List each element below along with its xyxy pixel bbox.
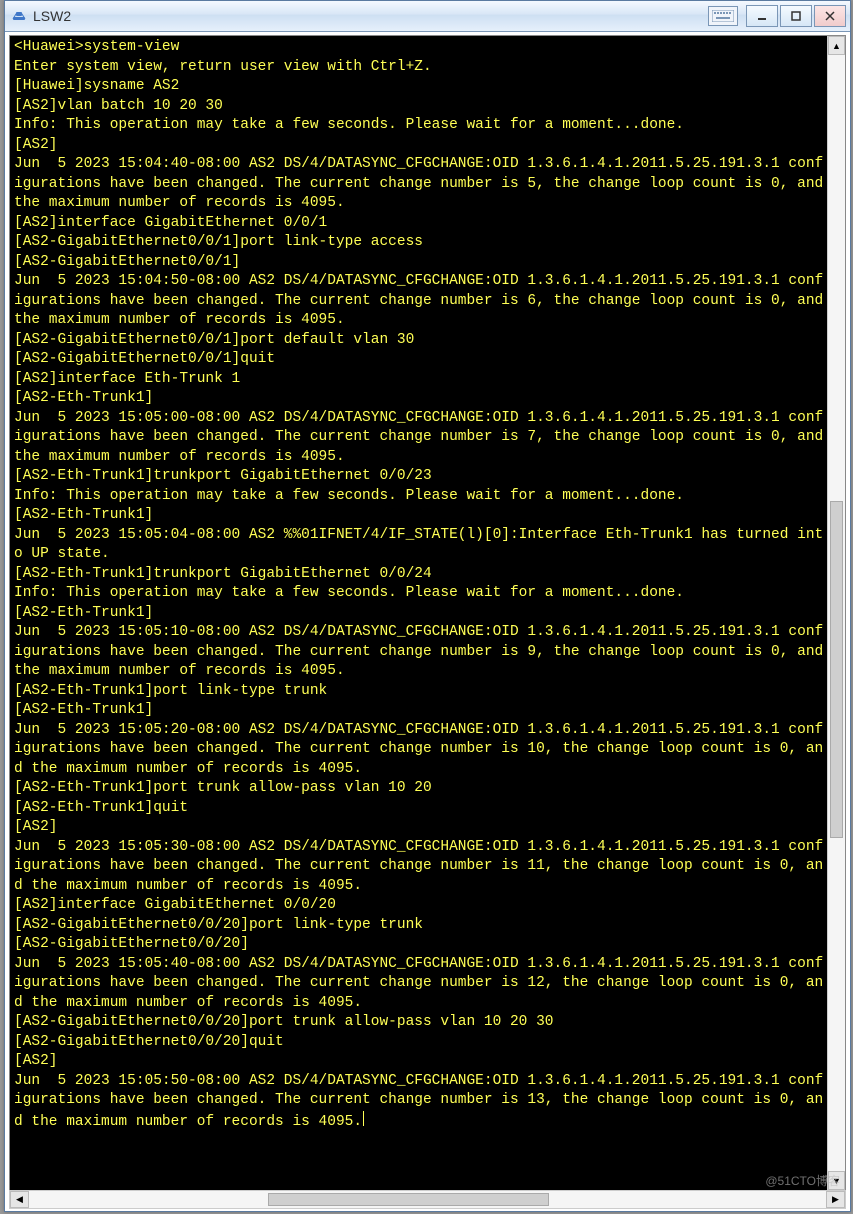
terminal-line: [AS2-Eth-Trunk1]	[14, 605, 153, 621]
terminal-line: [AS2-Eth-Trunk1]	[14, 702, 153, 718]
window-controls	[746, 5, 846, 27]
terminal-line: [AS2-Eth-Trunk1]port trunk allow-pass vl…	[14, 780, 432, 796]
terminal-line: [AS2-GigabitEthernet0/0/1]port link-type…	[14, 234, 423, 250]
terminal-line: <Huawei>system-view	[14, 39, 179, 55]
terminal-line: Info: This operation may take a few seco…	[14, 488, 684, 504]
terminal-line: Jun 5 2023 15:05:30-08:00 AS2 DS/4/DATAS…	[14, 839, 823, 894]
terminal-line: [AS2-GigabitEthernet0/0/1]	[14, 254, 240, 270]
maximize-button[interactable]	[780, 5, 812, 27]
vertical-scrollbar-thumb[interactable]	[830, 501, 843, 838]
terminal-line: [AS2-GigabitEthernet0/0/1]quit	[14, 351, 275, 367]
terminal-line: Enter system view, return user view with…	[14, 59, 432, 75]
scroll-left-arrow[interactable]: ◀	[10, 1191, 29, 1208]
terminal-line: [AS2]	[14, 137, 58, 153]
vertical-scrollbar-track[interactable]	[828, 55, 845, 1171]
terminal-cursor	[363, 1111, 364, 1126]
window-title: LSW2	[33, 8, 71, 24]
terminal-line: [AS2-Eth-Trunk1]	[14, 390, 153, 406]
terminal-line: [AS2-GigabitEthernet0/0/20]port link-typ…	[14, 917, 423, 933]
terminal-line: Jun 5 2023 15:05:04-08:00 AS2 %%01IFNET/…	[14, 527, 823, 563]
terminal-line: [AS2-Eth-Trunk1]trunkport GigabitEtherne…	[14, 566, 432, 582]
terminal-line: Jun 5 2023 15:04:50-08:00 AS2 DS/4/DATAS…	[14, 273, 828, 328]
terminal-line: [AS2]	[14, 819, 58, 835]
title-bar[interactable]: LSW2	[5, 1, 850, 32]
terminal-line: [AS2]interface GigabitEthernet 0/0/1	[14, 215, 327, 231]
terminal-line: [AS2]interface Eth-Trunk 1	[14, 371, 240, 387]
keyboard-icon[interactable]	[708, 6, 738, 26]
terminal-line: Jun 5 2023 15:05:40-08:00 AS2 DS/4/DATAS…	[14, 956, 823, 1011]
horizontal-scrollbar[interactable]: ◀ ▶	[9, 1190, 846, 1209]
content-area: <Huawei>system-view Enter system view, r…	[9, 35, 846, 1191]
terminal-line: Info: This operation may take a few seco…	[14, 117, 684, 133]
terminal-line: Info: This operation may take a few seco…	[14, 585, 684, 601]
terminal-line: [AS2-GigabitEthernet0/0/20]	[14, 936, 249, 952]
terminal-line: [AS2-Eth-Trunk1]quit	[14, 800, 188, 816]
terminal-line: [AS2-Eth-Trunk1]	[14, 507, 153, 523]
minimize-button[interactable]	[746, 5, 778, 27]
terminal-line: Jun 5 2023 15:05:20-08:00 AS2 DS/4/DATAS…	[14, 722, 823, 777]
terminal-line: Jun 5 2023 15:05:50-08:00 AS2 DS/4/DATAS…	[14, 1073, 823, 1130]
terminal-viewport[interactable]: <Huawei>system-view Enter system view, r…	[10, 36, 828, 1190]
close-button[interactable]	[814, 5, 846, 27]
vertical-scrollbar[interactable]: ▲ ▼	[827, 36, 845, 1190]
horizontal-scrollbar-track[interactable]	[29, 1191, 826, 1208]
terminal-line: [AS2]	[14, 1053, 58, 1069]
app-window: LSW2 <Huawei>system-view Enter system vi…	[4, 0, 851, 1212]
horizontal-scrollbar-thumb[interactable]	[268, 1193, 549, 1206]
terminal-line: [AS2-Eth-Trunk1]port link-type trunk	[14, 683, 327, 699]
terminal-output[interactable]: <Huawei>system-view Enter system view, r…	[10, 36, 828, 1134]
scroll-up-arrow[interactable]: ▲	[828, 36, 845, 55]
terminal-line: [AS2-GigabitEthernet0/0/20]port trunk al…	[14, 1014, 554, 1030]
terminal-line: [AS2-GigabitEthernet0/0/20]quit	[14, 1034, 284, 1050]
app-icon	[11, 8, 27, 24]
watermark-text: @51CTO博客	[765, 1172, 840, 1189]
terminal-line: [Huawei]sysname AS2	[14, 78, 179, 94]
terminal-line: Jun 5 2023 15:04:40-08:00 AS2 DS/4/DATAS…	[14, 156, 828, 211]
terminal-line: [AS2-GigabitEthernet0/0/1]port default v…	[14, 332, 414, 348]
terminal-line: Jun 5 2023 15:05:10-08:00 AS2 DS/4/DATAS…	[14, 624, 828, 679]
scroll-right-arrow[interactable]: ▶	[826, 1191, 845, 1208]
terminal-line: Jun 5 2023 15:05:00-08:00 AS2 DS/4/DATAS…	[14, 410, 828, 465]
terminal-line: [AS2-Eth-Trunk1]trunkport GigabitEtherne…	[14, 468, 432, 484]
terminal-line: [AS2]vlan batch 10 20 30	[14, 98, 223, 114]
terminal-line: [AS2]interface GigabitEthernet 0/0/20	[14, 897, 336, 913]
